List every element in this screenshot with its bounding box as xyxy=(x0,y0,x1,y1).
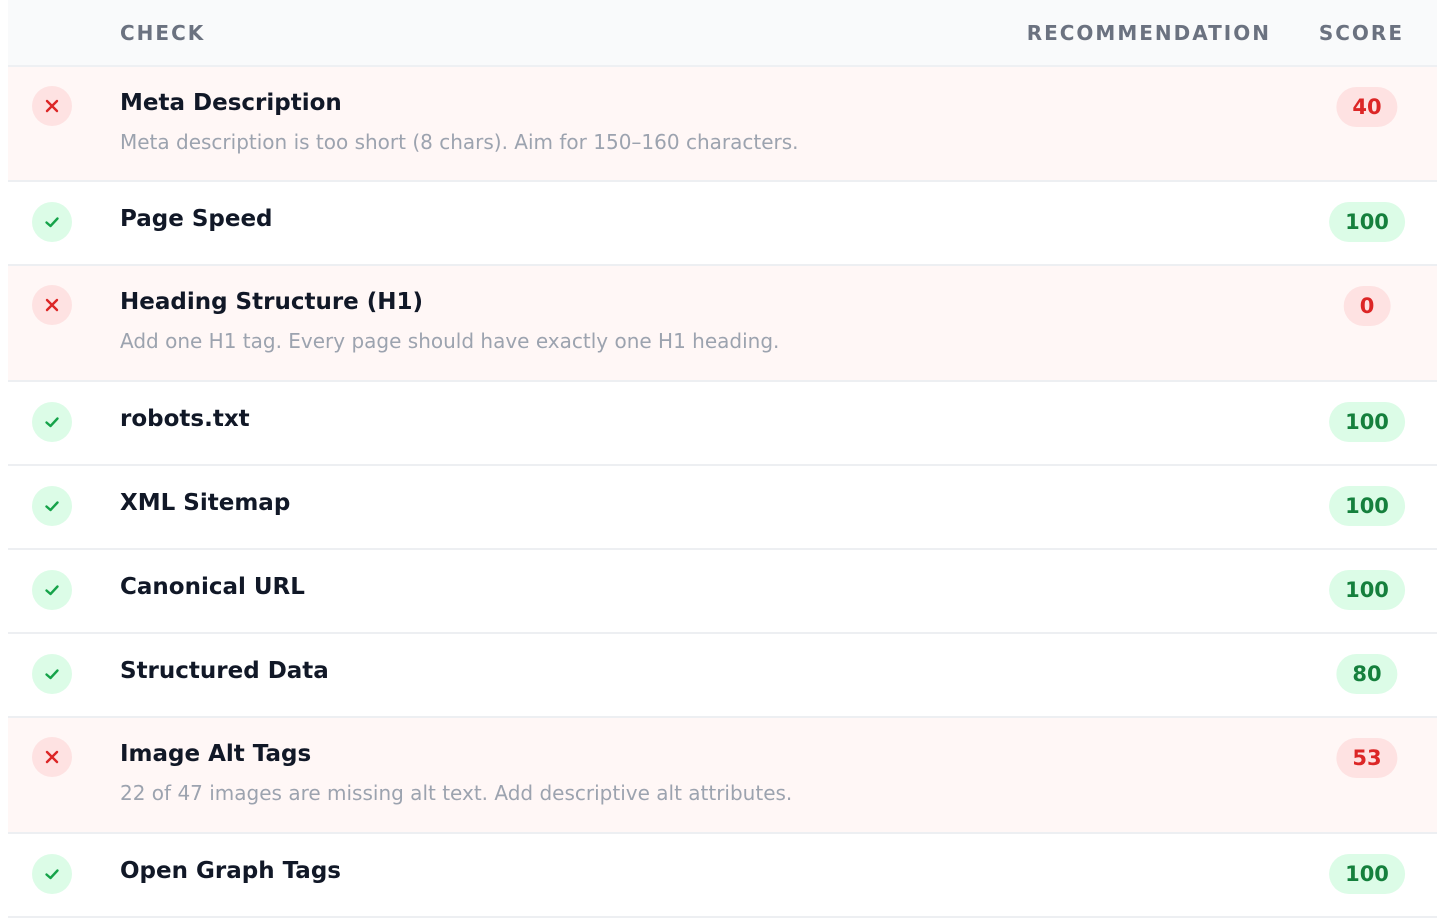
header-recommendation: RECOMMENDATION xyxy=(1026,21,1271,45)
check-recommendation: Meta description is too short (8 chars).… xyxy=(120,130,799,154)
score-badge: 100 xyxy=(1329,570,1405,610)
score-badge: 80 xyxy=(1336,654,1398,694)
table-row[interactable]: robots.txt 100 xyxy=(8,382,1437,466)
score-badge: 40 xyxy=(1336,87,1398,127)
table-header: CHECK RECOMMENDATION SCORE xyxy=(8,0,1437,67)
header-score: SCORE xyxy=(1318,21,1404,45)
check-icon xyxy=(32,202,72,242)
score-badge: 53 xyxy=(1336,738,1398,778)
table-row[interactable]: Structured Data 80 xyxy=(8,634,1437,718)
x-icon xyxy=(32,86,72,126)
check-title: Meta Description xyxy=(120,90,342,116)
score-badge: 100 xyxy=(1329,202,1405,242)
check-recommendation: 22 of 47 images are missing alt text. Ad… xyxy=(120,781,793,805)
check-title: Image Alt Tags xyxy=(120,741,312,767)
check-title: Page Speed xyxy=(120,206,273,232)
check-title: Structured Data xyxy=(120,658,329,684)
table-row[interactable]: Page Speed 100 xyxy=(8,182,1437,266)
check-icon xyxy=(32,854,72,894)
table-row[interactable]: Meta Description Meta description is too … xyxy=(8,67,1437,182)
check-title: Open Graph Tags xyxy=(120,858,341,884)
table-row[interactable]: Heading Structure (H1) Add one H1 tag. Ev… xyxy=(8,266,1437,382)
check-icon xyxy=(32,486,72,526)
score-badge: 100 xyxy=(1329,854,1405,894)
seo-checks-table: CHECK RECOMMENDATION SCORE Meta Descript… xyxy=(8,0,1437,918)
x-icon xyxy=(32,285,72,325)
check-title: robots.txt xyxy=(120,406,250,432)
table-body: Meta Description Meta description is too … xyxy=(8,67,1437,918)
table-row[interactable]: Open Graph Tags 100 xyxy=(8,834,1437,918)
score-badge: 100 xyxy=(1329,402,1405,442)
score-badge: 100 xyxy=(1329,486,1405,526)
table-row[interactable]: Canonical URL 100 xyxy=(8,550,1437,634)
check-icon xyxy=(32,570,72,610)
table-row[interactable]: Image Alt Tags 22 of 47 images are missin… xyxy=(8,718,1437,834)
check-title: Heading Structure (H1) xyxy=(120,289,424,315)
table-row[interactable]: XML Sitemap 100 xyxy=(8,466,1437,550)
score-badge: 0 xyxy=(1343,286,1391,326)
check-recommendation: Add one H1 tag. Every page should have e… xyxy=(120,329,780,353)
check-title: XML Sitemap xyxy=(120,490,291,516)
x-icon xyxy=(32,737,72,777)
check-title: Canonical URL xyxy=(120,574,305,600)
header-check: CHECK xyxy=(120,21,206,45)
check-icon xyxy=(32,654,72,694)
check-icon xyxy=(32,402,72,442)
